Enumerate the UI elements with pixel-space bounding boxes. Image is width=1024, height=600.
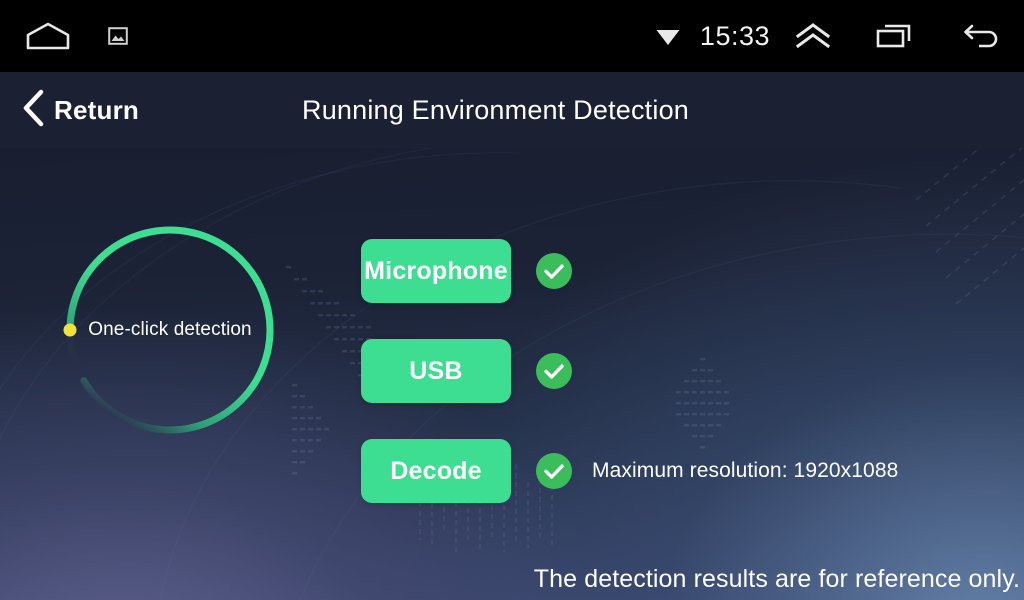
usb-test-button[interactable]: USB bbox=[361, 339, 511, 403]
chevron-left-icon bbox=[20, 88, 46, 133]
page-title: Running Environment Detection bbox=[302, 94, 690, 125]
expand-up-icon[interactable] bbox=[774, 0, 852, 72]
recent-apps-icon[interactable] bbox=[852, 0, 936, 72]
one-click-detection-label[interactable]: One-click detection bbox=[60, 220, 280, 440]
home-icon[interactable] bbox=[0, 0, 96, 72]
detection-row-microphone: Microphone bbox=[361, 239, 1001, 303]
status-bar-right-group: 15:33 bbox=[640, 0, 1024, 72]
return-label: Return bbox=[54, 94, 139, 125]
status-bar-left-group bbox=[0, 0, 140, 72]
status-bar-clock: 15:33 bbox=[699, 20, 770, 51]
one-click-detection-ring[interactable]: One-click detection bbox=[60, 220, 280, 440]
detection-results-list: Microphone USB Decode Maximum resolution… bbox=[361, 239, 1001, 539]
wifi-icon bbox=[640, 0, 696, 72]
page-header: Return Running Environment Detection bbox=[0, 72, 1024, 148]
check-circle-icon bbox=[536, 453, 572, 489]
content-area: One-click detection Microphone USB Decod… bbox=[0, 148, 1024, 600]
return-button[interactable]: Return bbox=[8, 72, 151, 148]
microphone-test-button[interactable]: Microphone bbox=[361, 239, 511, 303]
detection-row-usb: USB bbox=[361, 339, 1001, 403]
back-icon[interactable] bbox=[936, 0, 1024, 72]
screenshot-icon[interactable] bbox=[96, 0, 140, 72]
android-status-bar: 15:33 bbox=[0, 0, 1024, 72]
check-circle-icon bbox=[536, 353, 572, 389]
decode-test-button[interactable]: Decode bbox=[361, 439, 511, 503]
app-screen: 15:33 Return Running Environment Detecti… bbox=[0, 0, 1024, 600]
check-circle-icon bbox=[536, 253, 572, 289]
decode-result-note: Maximum resolution: 1920x1088 bbox=[592, 459, 899, 482]
disclaimer-text: The detection results are for reference … bbox=[533, 565, 1020, 593]
detection-row-decode: Decode Maximum resolution: 1920x1088 bbox=[361, 439, 1001, 503]
